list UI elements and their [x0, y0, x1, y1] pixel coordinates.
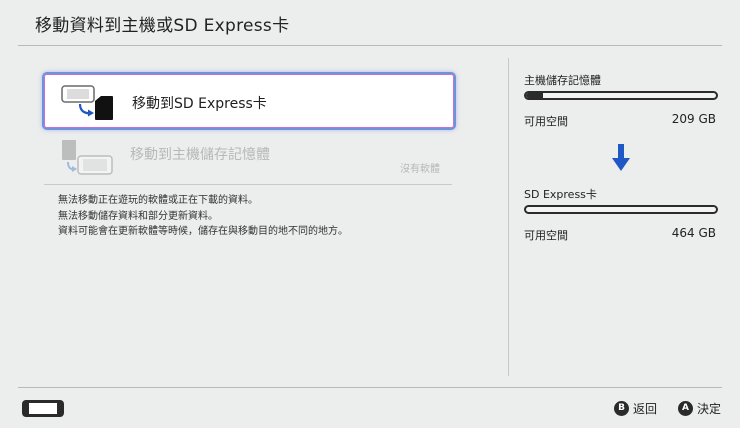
no-software-note: 沒有軟體: [400, 164, 440, 175]
note-line: 無法移動儲存資料和部分更新資料。: [58, 210, 218, 222]
move-to-sd-express-option[interactable]: 移動到SD Express卡: [42, 72, 456, 130]
page-title: 移動資料到主機或SD Express卡: [35, 16, 290, 36]
option-label: 移動到SD Express卡: [132, 96, 267, 112]
header-divider: [18, 45, 722, 46]
b-button-icon: B: [614, 400, 629, 416]
list-divider: [44, 184, 452, 185]
panel-divider: [508, 58, 509, 376]
confirm-button[interactable]: A 決定: [678, 399, 721, 417]
a-button-icon: A: [678, 400, 693, 416]
notes: 無法移動正在遊玩的軟體或正在下載的資料。 無法移動儲存資料和部分更新資料。 資料…: [58, 193, 348, 240]
source-storage-title: 主機儲存記憶體: [524, 74, 601, 87]
source-storage-bar-fill: [526, 93, 544, 98]
confirm-label: 決定: [697, 401, 722, 416]
note-line: 資料可能會在更新軟體等時候，儲存在與移動目的地不同的地方。: [58, 226, 348, 237]
note-line: 無法移動正在遊玩的軟體或正在下載的資料。: [58, 195, 258, 206]
header: 移動資料到主機或SD Express卡: [0, 0, 740, 46]
destination-storage-title: SD Express卡: [524, 188, 597, 201]
arrow-down-icon: [612, 144, 630, 171]
destination-free-value: 464 GB: [671, 226, 716, 240]
destination-free-label: 可用空間: [524, 229, 568, 242]
console-icon: [22, 400, 64, 417]
option-label: 移動到主機儲存記憶體: [130, 147, 270, 163]
back-label: 返回: [633, 401, 658, 416]
sd-to-console-icon: [62, 140, 113, 175]
source-free-value: 209 GB: [671, 112, 716, 126]
source-storage-bar: [524, 91, 718, 100]
console-to-sd-icon: [61, 85, 113, 120]
footer-divider: [18, 387, 722, 388]
back-button[interactable]: B 返回: [614, 399, 657, 417]
destination-storage-bar: [524, 205, 718, 214]
move-to-console-storage-option[interactable]: 移動到主機儲存記憶體 沒有軟體: [42, 134, 456, 182]
source-free-label: 可用空間: [524, 115, 568, 128]
